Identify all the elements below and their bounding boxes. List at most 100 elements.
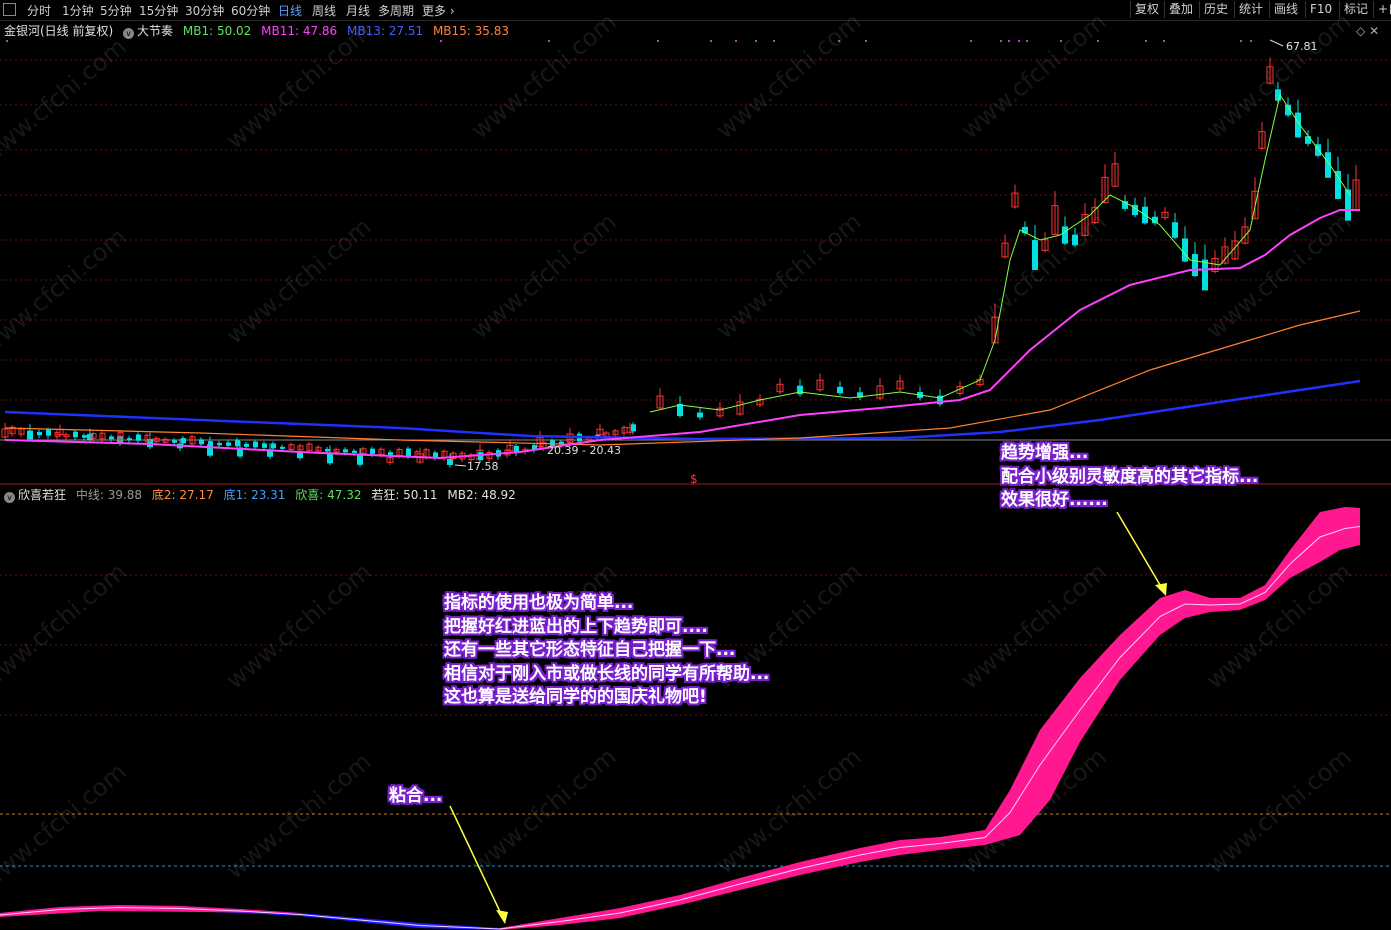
usage-line-2: 把握好红进蓝出的上下趋势即可.... <box>444 616 708 637</box>
signal-dot <box>710 40 712 42</box>
signal-dot <box>1018 40 1020 42</box>
watermark-text: www.cfchi.com <box>221 212 377 349</box>
candle-body-down <box>199 439 204 445</box>
watermark-text: www.cfchi.com <box>956 7 1112 144</box>
signal-dot <box>440 40 442 42</box>
signal-dot <box>548 40 550 42</box>
ma-orange-line <box>4 310 1361 446</box>
zhongxian-value: 中线: 39.88 <box>75 488 143 502</box>
mb11-value: MB11: 47.86 <box>261 24 338 38</box>
candle-body-down <box>127 438 132 441</box>
candle-body-down <box>325 448 330 452</box>
watermark-text: www.cfchi.com <box>0 757 132 894</box>
candle-body-down <box>357 455 363 465</box>
sub-indicator-header: v 欣喜若狂 中线: 39.88 底2: 27.17 底1: 23.31 欣喜: … <box>4 486 522 503</box>
watermark-text: www.cfchi.com <box>711 207 867 344</box>
candlesticks <box>1 57 1360 468</box>
high-price-label: 67.81 <box>1286 40 1318 53</box>
signal-dot <box>1097 40 1099 42</box>
watermark-text: www.cfchi.com <box>1201 7 1357 144</box>
diamond-icon[interactable]: ◇ <box>1356 24 1365 38</box>
di2-value: 底2: 27.17 <box>151 488 214 502</box>
candle-body-down <box>1202 259 1208 291</box>
close-icon[interactable]: ✕ <box>1369 24 1379 38</box>
watermark-text: www.cfchi.com <box>0 557 132 694</box>
watermark-text: www.cfchi.com <box>711 7 867 144</box>
range-price-label: 20.39 - 20.43 <box>547 444 621 457</box>
watermark-text: www.cfchi.com <box>466 207 622 344</box>
xinxi-value: 欣喜: 47.32 <box>295 488 362 502</box>
candle-body-down <box>73 431 78 438</box>
candle-body-down <box>433 452 438 458</box>
candle-body-down <box>1182 238 1188 262</box>
ruokuang-value: 若狂: 50.11 <box>371 488 438 502</box>
candle-body-down <box>406 448 411 456</box>
signal-dot <box>1163 40 1165 42</box>
arrow-head-trend <box>1155 583 1167 596</box>
watermark-text: www.cfchi.com <box>466 742 622 879</box>
stock-title: 金银河(日线 前复权) <box>4 24 114 38</box>
signal-dot <box>773 40 775 42</box>
candle-body-down <box>1305 136 1311 144</box>
main-indicator-header: 金银河(日线 前复权) v 大节奏 MB1: 50.02 MB11: 47.86 … <box>4 22 515 39</box>
di1-value: 底1: 23.31 <box>223 488 286 502</box>
candle-body-down <box>352 450 357 453</box>
candle-body-down <box>697 412 703 418</box>
watermark-text: www.cfchi.com <box>1201 207 1357 344</box>
candle-body-down <box>837 386 843 394</box>
watermark-text: www.cfchi.com <box>0 32 132 169</box>
signal-dot <box>1008 40 1010 42</box>
candle-body-down <box>226 442 231 446</box>
signal-dot <box>6 40 8 42</box>
ma-green-line <box>649 93 1351 413</box>
candle-body-down <box>235 439 240 447</box>
arrow-head-sticky <box>496 910 508 924</box>
trend-annotation: 趋势增强... 配合小级别灵敏度高的其它指标... 效果很好...... <box>1001 442 1258 513</box>
sub-indicator-name[interactable]: 欣喜若狂 <box>18 488 66 502</box>
settings-toggle-icon-2[interactable]: v <box>4 492 15 503</box>
candle-body-down <box>447 459 453 465</box>
candle-body-down <box>370 448 375 454</box>
usage-line-4: 相信对于刚入市或做长线的同学有所帮助... <box>444 663 770 684</box>
high-pointer <box>1269 39 1284 47</box>
mb13-value: MB13: 27.51 <box>347 24 424 38</box>
signal-dot <box>970 40 972 42</box>
candle-body-down <box>82 435 87 438</box>
candle-body-down <box>1192 253 1198 277</box>
signal-dot <box>755 40 757 42</box>
usage-line-5: 这也算是送给同学的的国庆礼物吧! <box>444 687 707 707</box>
moving-averages <box>4 93 1361 460</box>
mb1-value: MB1: 50.02 <box>182 24 252 38</box>
candle-body-down <box>388 452 393 455</box>
candle-body-down <box>208 441 213 445</box>
candle-body-down <box>244 443 249 447</box>
candle-body-down <box>271 443 276 449</box>
pane-icons: ◇ ✕ <box>1356 24 1379 38</box>
low-pointer <box>454 464 467 467</box>
band-midline <box>0 526 1361 930</box>
candle-body-down <box>37 431 42 436</box>
watermark-text: www.cfchi.com <box>0 222 132 359</box>
dollar-marker: $ <box>690 472 698 486</box>
indicator-name[interactable]: 大节奏 <box>137 24 173 38</box>
candle-body-down <box>28 430 33 435</box>
candle-body-down <box>87 433 93 441</box>
signal-dot <box>1145 40 1147 42</box>
candle-body-down <box>343 449 348 453</box>
watermark-text: www.cfchi.com <box>221 747 377 884</box>
signal-dot <box>1240 40 1242 42</box>
candle-body-down <box>1072 234 1078 246</box>
signal-dot <box>1000 40 1002 42</box>
watermark-text: www.cfchi.com <box>221 557 377 694</box>
mb2-value: MB2: 48.92 <box>447 488 516 502</box>
candle-body-down <box>217 442 222 446</box>
usage-line-3: 还有一些其它形态特征自己把握一下... <box>444 640 736 660</box>
signal-dot <box>865 40 867 42</box>
signal-dot <box>838 40 840 42</box>
candle-body-down <box>136 434 141 441</box>
mb15-value: MB15: 35.83 <box>432 24 510 38</box>
signal-dot <box>1026 40 1028 42</box>
watermark-text: www.cfchi.com <box>221 17 377 154</box>
settings-toggle-icon[interactable]: v <box>123 28 135 39</box>
low-price-label: 17.58 <box>467 460 499 473</box>
